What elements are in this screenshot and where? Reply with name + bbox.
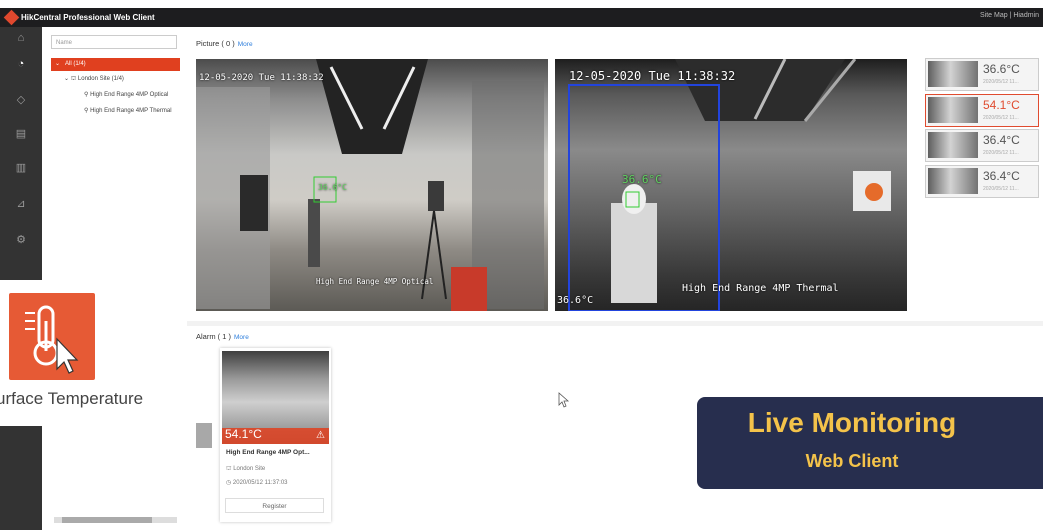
capture-image [928,61,978,87]
thermal-camera-view[interactable]: 12-05-2020 Tue 11:38:32 36.6°C High End … [555,59,907,311]
alarm-count: Alarm ( 1 ) [196,332,232,341]
thermal-scene [568,59,891,311]
register-button[interactable]: Register [225,498,324,513]
tree-camera-label: High End Range 4MP Thermal [90,108,172,114]
capture-temp: 36.4°C [983,168,1020,183]
alarm-snapshot: 54.1°C ⚠ [222,351,329,444]
thermal-channel-name: High End Range 4MP Thermal [682,283,839,294]
capture-thumbnail-list: 36.6°C 2020/05/12 11... 54.1°C 2020/05/1… [925,58,1039,200]
tree-root-label: All (1/4) [65,61,86,67]
alarm-site-label: London Site [233,466,266,472]
badge-subtitle: Web Client [805,451,899,471]
warning-icon: ⚠ [316,430,325,441]
capture-temp: 36.6°C [983,62,1020,76]
capture-date: 2020/05/12 11... [983,150,1019,156]
alarm-more-link[interactable]: More [234,334,249,341]
alarm-card[interactable]: 54.1°C ⚠ High End Range 4MP Opt... ⛫ Lon… [220,348,331,522]
picture-section-label: Picture ( 0 ) More [196,39,253,48]
hikcentral-logo-icon [3,9,20,26]
alarm-site: ⛫ London Site [226,465,265,473]
corridor-scene [196,59,544,311]
alarm-camera-name: High End Range 4MP Opt... [226,449,310,456]
capture-date: 2020/05/12 11... [983,185,1019,192]
home-icon[interactable]: ⌂ [14,31,28,45]
thermal-corner-temp: 36.6°C [557,295,594,306]
site-icon: ⌄ ⛫ [64,76,78,82]
picture-more-link[interactable]: More [238,41,253,48]
chevron-down-icon: ⌄ [55,61,61,67]
capture-image [928,167,978,194]
tree-root-all[interactable]: ⌄ All (1/4) [51,58,180,71]
title-bar: HikCentral Professional Web Client Site … [0,8,1043,27]
clock-icon: ◷ [226,480,233,486]
picture-count: Picture ( 0 ) [196,39,235,48]
optical-camera-view[interactable]: 12-05-2020 Tue 11:38:32 36.6°C High End … [196,59,548,311]
capture-date: 2020/05/12 11... [983,79,1019,85]
alarm-time: ◷ 2020/05/12 11:37:03 [226,479,288,486]
tree-horizontal-scrollbar[interactable] [54,517,177,523]
badge-title: Live Monitoring [747,407,957,438]
capture-thumbnail[interactable]: 36.4°C 2020/05/12 11... [925,129,1039,162]
feature-callout: urface Temperature [0,280,180,426]
mouse-cursor-icon [558,392,570,408]
capture-date: 2020/05/12 11... [983,114,1019,121]
event-icon[interactable]: ▤ [14,127,28,141]
alarm-overlay-bar: 54.1°C ⚠ [222,427,329,444]
app-title: HikCentral Professional Web Client [21,13,155,22]
live-monitoring-badge: Live Monitoring Web Client [697,397,1043,489]
tree-search-input[interactable]: Name [51,35,177,49]
capture-image [928,96,978,123]
tree-camera-thermal[interactable]: ⚲ High End Range 4MP Thermal [84,107,172,114]
capture-thumbnail[interactable]: 36.6°C 2020/05/12 11... [925,58,1039,91]
thermal-face-temp: 36.6°C [622,173,662,186]
tree-camera-label: High End Range 4MP Optical [90,92,169,98]
tree-site-london[interactable]: ⌄ ⛫ London Site (1/4) [64,75,124,83]
capture-thumbnail-alarm[interactable]: 54.1°C 2020/05/12 11... [925,93,1039,127]
thermal-timestamp: 12-05-2020 Tue 11:38:32 [569,69,736,83]
alarm-time-label: 2020/05/12 11:37:03 [232,480,288,486]
web-client-window: HikCentral Professional Web Client Site … [0,0,1043,530]
capture-image [928,132,978,158]
resource-tree: Name ⌄ All (1/4) ⌄ ⛫ London Site (1/4) ⚲… [42,27,188,530]
thermometer-icon [9,293,95,380]
optical-timestamp: 12-05-2020 Tue 11:38:32 [199,73,324,83]
capture-temp: 54.1°C [983,97,1020,112]
statistics-icon[interactable]: ⊿ [14,197,28,211]
alarm-page-prev[interactable] [196,423,212,448]
header-links[interactable]: Site Map | Hiadmin [980,12,1039,19]
alarm-section-label: Alarm ( 1 ) More [196,332,249,341]
alarm-bell-icon[interactable]: ◇ [14,93,28,107]
report-icon[interactable]: ▥ [14,161,28,175]
tree-camera-optical[interactable]: ⚲ High End Range 4MP Optical [84,91,168,98]
section-divider [187,321,1043,326]
tree-site-label: London Site (1/4) [77,76,124,82]
scrollbar-thumb[interactable] [62,517,152,523]
optical-face-temp: 36.6°C [318,183,347,192]
monitoring-icon[interactable]: ◔ [14,57,28,71]
capture-temp: 36.4°C [983,133,1020,147]
alarm-temp: 54.1°C [225,427,262,441]
feature-label: urface Temperature [0,389,144,408]
left-nav-bar: ⌂ ◔ ◇ ▤ ▥ ⊿ ⚙ [0,27,42,530]
settings-gear-icon[interactable]: ⚙ [14,233,28,247]
optical-channel-name: High End Range 4MP Optical [316,277,434,286]
capture-thumbnail[interactable]: 36.4°C 2020/05/12 11... [925,164,1039,198]
